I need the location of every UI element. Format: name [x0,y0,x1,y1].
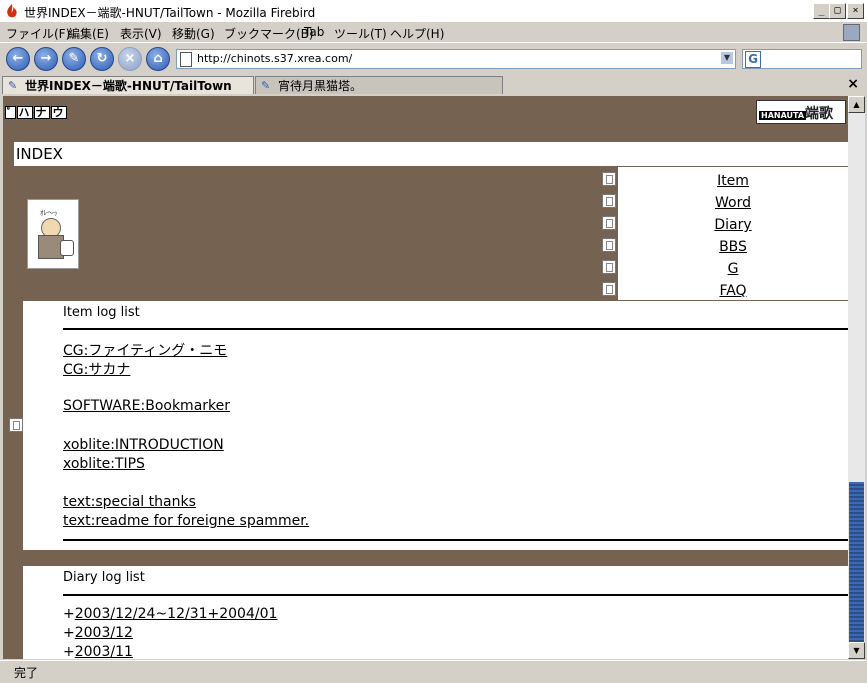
home-button[interactable]: ⌂ [146,47,170,71]
hana-char: ﾟ [5,106,16,119]
close-tab-icon[interactable]: × [847,76,859,92]
menu-tab[interactable]: Tab [304,25,324,39]
item-link[interactable]: CG:サカナ [63,359,130,379]
search-input[interactable]: G [742,49,862,69]
item-link[interactable]: xoblite:TIPS [63,456,145,472]
pencil-icon: ✎ [8,79,18,92]
nav-link-g[interactable]: G [618,261,848,277]
entry-prefix: + [63,644,75,659]
diary-link[interactable]: 2003/11 [75,644,133,659]
diary-log-panel: Diary log list +2003/12/24~12/31+2004/01… [23,566,848,659]
item-icon [602,172,616,186]
word-icon [602,194,616,208]
url-bar[interactable]: http://chinots.s37.xrea.com/ ▼ [176,49,736,69]
minimize-button[interactable]: _ [813,3,830,19]
divider [63,594,848,596]
stop-button[interactable]: × [118,47,142,71]
url-dropdown-icon[interactable]: ▼ [721,52,733,64]
diary-entry: +2003/12/24~12/31+2004/01 [63,606,277,622]
avatar-caption: ｵﾚ〜ｯ [40,209,58,217]
firebird-app-icon [4,3,20,19]
scroll-thumb[interactable] [849,482,864,642]
menu-bookmarks[interactable]: ブックマーク(B) [224,25,314,42]
menu-edit[interactable]: 編集(E) [68,25,109,42]
avatar-image: ｵﾚ〜ｯ [27,199,79,269]
status-bar: 完了 [0,660,867,683]
nav-link-item[interactable]: Item [618,173,848,189]
item-log-title: Item log list [63,305,140,320]
hana-char: ナ [33,106,50,119]
diary-link[interactable]: 2003/12/24~12/31+2004/01 [75,606,278,622]
tab-bar: ✎ 世界INDEX－端歌-HNUT/TailTown ✎ 宵待月黒猫塔。 × [0,75,867,95]
hana-char: ハ [16,106,33,119]
menu-tools[interactable]: ツール(T) [334,25,387,42]
scroll-down-icon[interactable]: ▼ [848,642,865,659]
divider [63,539,848,541]
page-icon [180,52,192,67]
hana-char: ウ [50,106,67,119]
item-link[interactable]: xoblite:INTRODUCTION [63,437,224,453]
logo-small-text: HANAUTA [759,111,807,120]
vertical-scrollbar[interactable]: ▲ ▼ [848,96,865,659]
item-link[interactable]: text:readme for foreigne spammer. [63,513,309,529]
nav-link-bbs[interactable]: BBS [618,239,848,255]
index-title: INDEX [14,142,848,166]
pencil-icon: ✎ [261,79,271,92]
maximize-button[interactable]: □ [829,3,846,19]
faq-icon [602,282,616,296]
g-icon [602,260,616,274]
diary-icon [602,216,616,230]
url-text: http://chinots.s37.xrea.com/ [197,52,353,65]
tab-label: 世界INDEX－端歌-HNUT/TailTown [25,79,232,93]
menu-help[interactable]: ヘルプ(H) [390,25,444,42]
throbber-icon [843,24,860,41]
menu-go[interactable]: 移動(G) [172,25,215,42]
navigation-toolbar: ← → ✎ ↻ × ⌂ http://chinots.s37.xrea.com/… [0,42,867,76]
item-link[interactable]: text:special thanks [63,494,196,510]
divider [63,328,848,330]
nav-link-word[interactable]: Word [618,195,848,211]
back-button[interactable]: ← [6,47,30,71]
item-side-icon [9,418,23,432]
google-search-icon: G [745,51,761,68]
hanaut-icon[interactable]: ﾟハナウ [5,106,68,119]
title-bar: 世界INDEX－端歌-HNUT/TailTown - Mozilla Fireb… [0,0,867,23]
menu-bar: ファイル(F) 編集(E) 表示(V) 移動(G) ブックマーク(B) Tab … [0,22,867,42]
bbs-icon [602,238,616,252]
close-window-button[interactable]: × [847,3,864,19]
cat-figure [60,240,74,256]
entry-prefix: + [63,606,75,622]
item-link[interactable]: SOFTWARE:Bookmarker [63,398,230,414]
reload-button[interactable]: ↻ [90,47,114,71]
nav-link-diary[interactable]: Diary [618,217,848,233]
item-link[interactable]: CG:ファイティング・ニモ [63,340,227,360]
site-nav-list: Item Word Diary BBS G FAQ [618,167,848,300]
entry-prefix: + [63,625,75,641]
logo-big-text: 端歌 [805,106,833,122]
scroll-up-icon[interactable]: ▲ [848,96,865,113]
status-text: 完了 [14,666,39,680]
diary-log-title: Diary log list [63,570,145,585]
diary-entry: +2003/11 [63,644,133,659]
tab-world-index[interactable]: ✎ 世界INDEX－端歌-HNUT/TailTown [2,76,254,94]
diary-entry: +2003/12 [63,625,133,641]
edit-pencil-button[interactable]: ✎ [62,47,86,71]
tab-label: 宵待月黒猫塔。 [278,79,363,93]
nav-link-faq[interactable]: FAQ [618,283,848,299]
item-log-panel: Item log list CG:ファイティング・ニモ CG:サカナ SOFTW… [23,301,848,550]
window-title: 世界INDEX－端歌-HNUT/TailTown - Mozilla Fireb… [24,6,316,20]
tab-yoimachi[interactable]: ✎ 宵待月黒猫塔。 [255,76,503,94]
forward-button[interactable]: → [34,47,58,71]
site-logo[interactable]: HANAUTA 端歌 [756,100,846,124]
menu-view[interactable]: 表示(V) [120,25,162,42]
menu-file[interactable]: ファイル(F) [6,25,70,42]
diary-link[interactable]: 2003/12 [75,625,133,641]
page-content: ﾟハナウ HANAUTA 端歌 INDEX ｵﾚ〜ｯ Item Word Dia… [3,96,848,659]
